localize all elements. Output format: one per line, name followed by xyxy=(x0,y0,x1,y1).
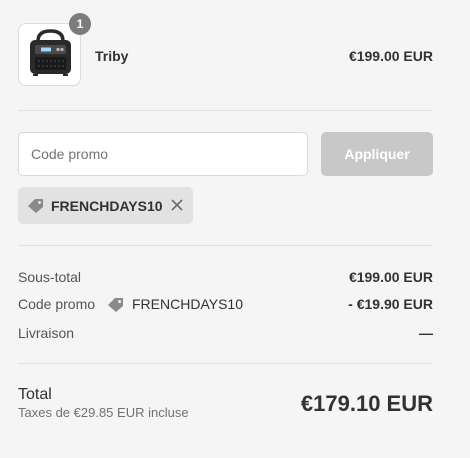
total-label: Total xyxy=(18,386,52,403)
product-line-item: 1 Triby €199.00 EUR xyxy=(18,13,433,88)
tag-icon xyxy=(108,298,123,312)
subtotal-label: Sous-total xyxy=(18,269,82,285)
subtotal-value: €199.00 EUR xyxy=(348,269,433,285)
tag-icon xyxy=(28,199,43,213)
product-name: Triby xyxy=(95,48,129,64)
product-price: €199.00 EUR xyxy=(348,48,433,64)
applied-promo-code: FRENCHDAYS10 xyxy=(51,198,163,214)
product-thumbnail xyxy=(18,23,81,86)
promo-discount-value: - €19.90 EUR xyxy=(348,296,433,312)
subtotal-row: Sous-total €199.00 EUR xyxy=(18,269,433,289)
total-taxes: Taxes de €29.85 EUR incluse xyxy=(18,405,189,420)
total-value: €179.10 EUR xyxy=(300,391,433,416)
divider xyxy=(18,363,433,364)
shipping-label: Livraison xyxy=(18,325,75,341)
divider xyxy=(18,110,433,111)
apply-promo-button[interactable]: Appliquer xyxy=(321,132,433,176)
promo-label: Code promo xyxy=(18,296,96,312)
close-icon[interactable] xyxy=(171,199,183,211)
shipping-row: Livraison — xyxy=(18,325,433,345)
promo-code: FRENCHDAYS10 xyxy=(132,296,243,312)
divider xyxy=(18,245,433,246)
applied-promo-tag: FRENCHDAYS10 xyxy=(18,187,193,224)
quantity-badge: 1 xyxy=(69,13,91,35)
promo-row: Code promo FRENCHDAYS10 - €19.90 EUR xyxy=(18,296,433,316)
shipping-value: — xyxy=(419,325,433,341)
promo-code-input[interactable] xyxy=(18,132,308,176)
speaker-product-image xyxy=(30,29,71,76)
